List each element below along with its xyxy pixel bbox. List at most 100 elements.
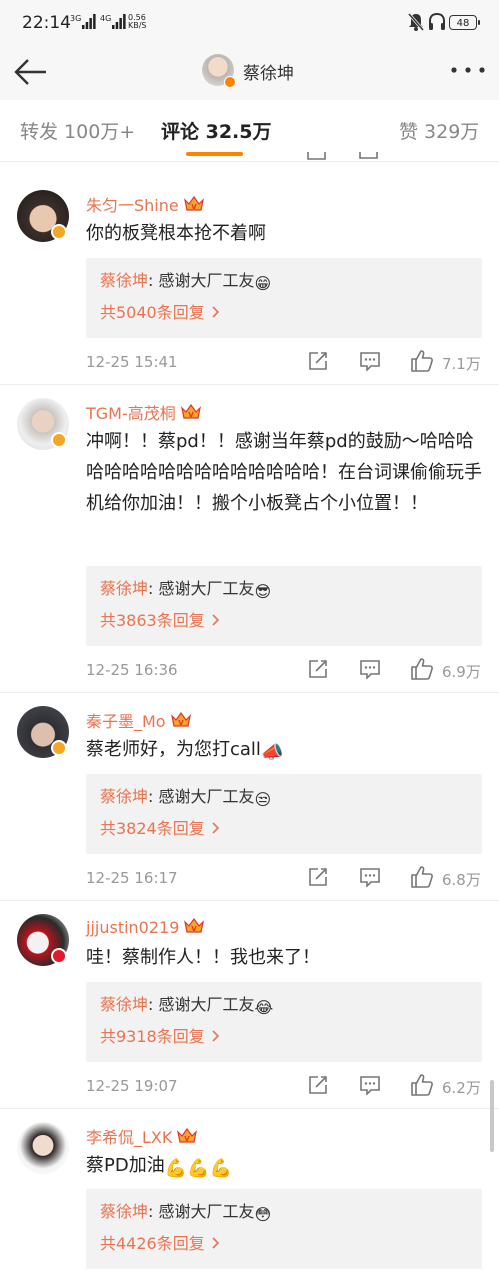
comment-text: 蔡PD加油💪💪💪 xyxy=(86,1150,486,1184)
signal-label-1: 3G xyxy=(70,14,82,23)
comment-username[interactable]: TGM-高茂桐 V xyxy=(86,400,202,424)
vip-crown-icon: V xyxy=(177,1127,198,1143)
reply-box[interactable]: 蔡徐坤: 感谢大厂工友😎 共3863条回复 xyxy=(86,566,482,646)
like-count[interactable]: 7.1万 xyxy=(442,353,481,374)
like-count[interactable]: 6.9万 xyxy=(442,661,481,682)
tab-comments[interactable]: 评论 32.5万 xyxy=(161,117,272,144)
comment-icon[interactable] xyxy=(359,867,381,887)
share-icon[interactable] xyxy=(307,866,329,888)
divider xyxy=(0,384,499,385)
emoji-cheer-icon: 📣 xyxy=(260,742,284,763)
comment-text-body: 蔡老师好，为您打call xyxy=(86,739,261,760)
nav-bar: 蔡徐坤 xyxy=(0,46,499,100)
reply-box[interactable]: 蔡徐坤: 感谢大厂工友😒 共3824条回复 xyxy=(86,774,482,854)
share-icon[interactable] xyxy=(307,658,329,680)
reply-preview[interactable]: 蔡徐坤: 感谢大厂工友😳 xyxy=(100,1198,271,1224)
reply-author[interactable]: 蔡徐坤 xyxy=(100,995,148,1014)
comment-username[interactable]: 李希侃_LXK V xyxy=(86,1124,198,1148)
chevron-right-icon xyxy=(212,1237,219,1249)
reply-count-link[interactable]: 共3824条回复 xyxy=(100,815,220,839)
more-dots-icon[interactable] xyxy=(450,66,486,74)
vip-crown-icon: V xyxy=(180,403,201,419)
profile-avatar[interactable] xyxy=(202,54,236,88)
comment-icon[interactable] xyxy=(359,152,379,161)
comment-time: 12-25 15:41 xyxy=(86,353,178,371)
comment-username[interactable]: 朱匀一Shine V xyxy=(86,192,205,216)
reply-preview[interactable]: 蔡徐坤: 感谢大厂工友😂 xyxy=(100,991,273,1017)
emoji-laugh-icon: 😂 xyxy=(254,998,274,1017)
like-count[interactable]: 6.2万 xyxy=(442,1077,481,1098)
emoji-flushed-icon: 😳 xyxy=(254,1205,272,1224)
avatar[interactable] xyxy=(17,706,69,758)
comment-username[interactable]: 秦子墨_Mo V xyxy=(86,708,192,732)
reply-text: : 感谢大厂工友 xyxy=(148,1202,255,1221)
avatar[interactable] xyxy=(17,190,69,242)
comment-icon[interactable] xyxy=(359,1075,381,1095)
reply-box[interactable]: 蔡徐坤: 感谢大厂工友😁 共5040条回复 xyxy=(86,258,482,338)
reply-author[interactable]: 蔡徐坤 xyxy=(100,579,148,598)
reply-count-text[interactable]: 共3824条回复 xyxy=(100,819,205,838)
thumbs-up-icon[interactable] xyxy=(410,865,434,889)
reply-author[interactable]: 蔡徐坤 xyxy=(100,1202,148,1221)
reply-box[interactable]: 蔡徐坤: 感谢大厂工友😳 共4426条回复 xyxy=(86,1189,482,1269)
reply-count-text[interactable]: 共3863条回复 xyxy=(100,611,205,630)
status-time: 22:14 xyxy=(22,13,71,33)
status-bar: 22:14 3G 4G 0.56 KB/S 48 xyxy=(0,0,499,46)
reply-count-text[interactable]: 共4426条回复 xyxy=(100,1234,205,1253)
tab-repost[interactable]: 转发 100万+ xyxy=(20,117,135,144)
back-arrow-icon[interactable] xyxy=(12,56,48,88)
comment-time: 12-25 16:36 xyxy=(86,661,178,679)
comment-icon[interactable] xyxy=(359,659,381,679)
svg-text:V: V xyxy=(192,925,198,933)
reply-count-text[interactable]: 共9318条回复 xyxy=(100,1027,205,1046)
vip-crown-icon: V xyxy=(184,917,205,933)
username-text[interactable]: 朱匀一Shine xyxy=(86,196,179,215)
comment-username[interactable]: jjjustin0219 V xyxy=(86,916,205,937)
avatar[interactable] xyxy=(17,398,69,450)
username-text[interactable]: 秦子墨_Mo xyxy=(86,712,166,731)
share-icon[interactable] xyxy=(307,1074,329,1096)
reply-count-link[interactable]: 共5040条回复 xyxy=(100,299,220,323)
reply-preview[interactable]: 蔡徐坤: 感谢大厂工友😁 xyxy=(100,267,271,293)
battery-indicator: 48 xyxy=(449,15,480,30)
tab-likes[interactable]: 赞 329万 xyxy=(399,117,479,144)
reply-count-link[interactable]: 共3863条回复 xyxy=(100,607,220,631)
reply-preview[interactable]: 蔡徐坤: 感谢大厂工友😒 xyxy=(100,783,271,809)
tab-bar: 转发 100万+ 评论 32.5万 赞 329万 xyxy=(0,100,499,162)
reply-author[interactable]: 蔡徐坤 xyxy=(100,271,148,290)
reply-text: : 感谢大厂工友 xyxy=(148,271,255,290)
page-title[interactable]: 蔡徐坤 xyxy=(243,59,294,84)
emoji-grin-icon: 😁 xyxy=(254,274,272,293)
reply-count-link[interactable]: 共4426条回复 xyxy=(100,1230,220,1254)
reply-preview[interactable]: 蔡徐坤: 感谢大厂工友😎 xyxy=(100,575,271,601)
vip-crown-icon: V xyxy=(183,195,204,211)
signal-label-2: 4G xyxy=(100,14,112,23)
verified-badge-icon xyxy=(51,948,67,964)
comment-text-body: 蔡PD加油 xyxy=(86,1155,165,1176)
emoji-sunglasses-icon: 😎 xyxy=(254,582,272,601)
avatar[interactable] xyxy=(17,914,69,966)
avatar[interactable] xyxy=(17,1122,69,1174)
share-icon[interactable] xyxy=(307,350,329,372)
reply-text: : 感谢大厂工友 xyxy=(148,787,255,806)
username-text[interactable]: 李希侃_LXK xyxy=(86,1128,172,1147)
reply-text: : 感谢大厂工友 xyxy=(148,995,255,1014)
comment-icon[interactable] xyxy=(359,351,381,371)
thumbs-up-icon[interactable] xyxy=(410,349,434,373)
svg-text:V: V xyxy=(178,719,184,727)
reply-count-link[interactable]: 共9318条回复 xyxy=(100,1023,220,1047)
chevron-right-icon xyxy=(212,306,219,318)
username-text[interactable]: jjjustin0219 xyxy=(86,918,179,937)
scrollbar-thumb[interactable] xyxy=(490,1080,494,1152)
thumbs-up-icon[interactable] xyxy=(410,657,434,681)
comment-text: 你的板凳根本抢不着啊 xyxy=(86,223,266,244)
reply-count-text[interactable]: 共5040条回复 xyxy=(100,303,205,322)
username-text[interactable]: TGM-高茂桐 xyxy=(86,404,176,423)
speed-unit: KB/S xyxy=(128,21,147,30)
thumbs-up-icon[interactable] xyxy=(410,1073,434,1097)
reply-box[interactable]: 蔡徐坤: 感谢大厂工友😂 共9318条回复 xyxy=(86,982,482,1062)
active-tab-indicator xyxy=(186,152,243,156)
like-count[interactable]: 6.8万 xyxy=(442,869,481,890)
reply-author[interactable]: 蔡徐坤 xyxy=(100,787,148,806)
share-icon[interactable] xyxy=(307,152,327,161)
